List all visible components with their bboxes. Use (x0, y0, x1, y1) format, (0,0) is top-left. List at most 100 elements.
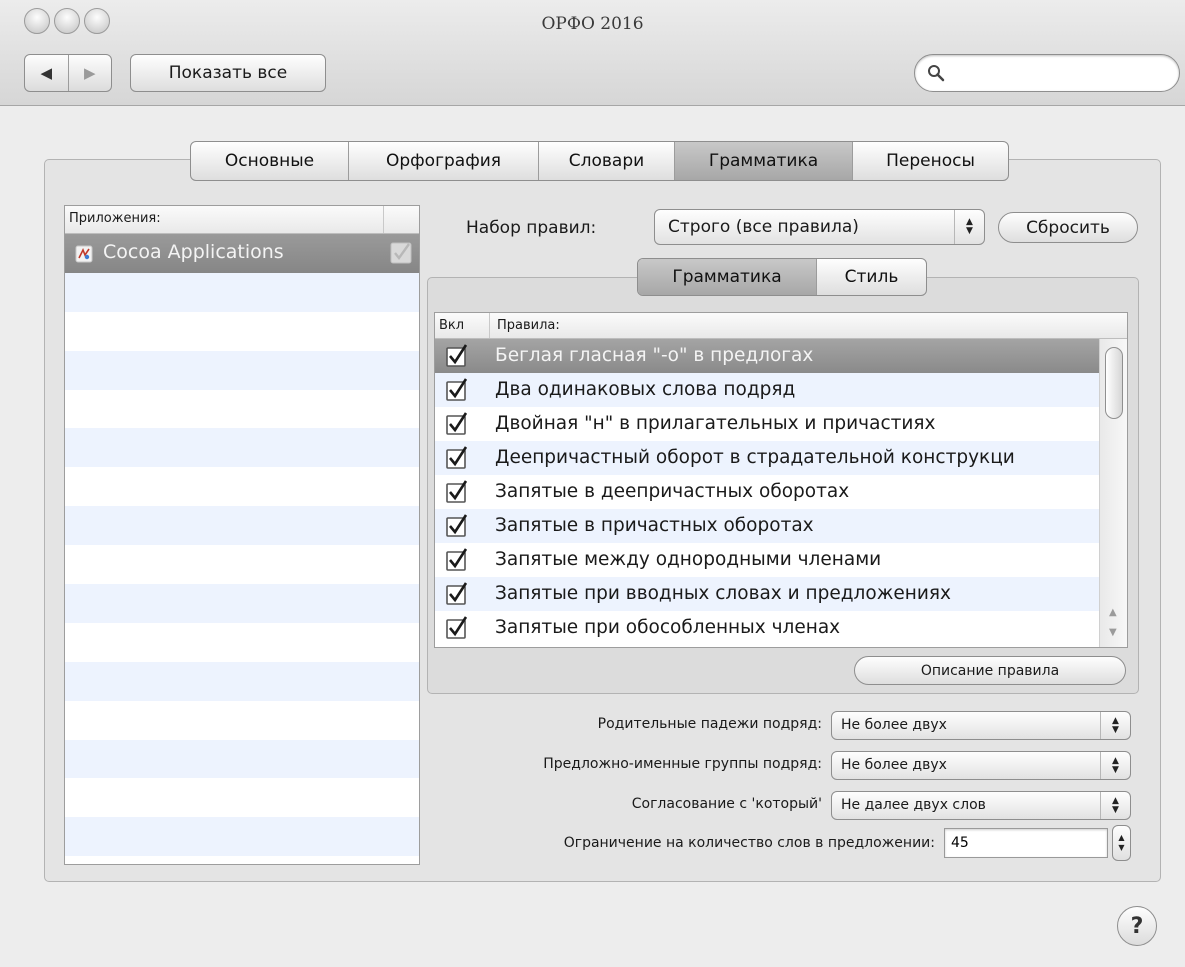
applications-list[interactable]: Приложения: Cocoa Applications (64, 205, 420, 865)
main-tab-bar: Основные Орфография Словари Грамматика П… (190, 141, 1009, 181)
rule-enabled-checkbox[interactable] (445, 480, 469, 504)
word-limit-label: Ограничение на количество слов в предлож… (563, 835, 935, 851)
updown-arrows-icon: ▲ ▼ (954, 210, 984, 244)
empty-row (65, 701, 419, 740)
word-limit-input[interactable] (949, 833, 1099, 853)
rule-row[interactable]: Деепричастный оборот в страдательной кон… (435, 441, 1127, 475)
rule-enabled-checkbox[interactable] (445, 378, 469, 402)
empty-row (65, 390, 419, 429)
enabled-column-header[interactable]: Вкл (439, 318, 464, 333)
empty-row (65, 817, 419, 857)
applications-list-header: Приложения: (65, 206, 419, 234)
empty-row (65, 623, 419, 662)
rule-enabled-checkbox[interactable] (445, 616, 469, 640)
rules-scrollbar[interactable]: ▲ ▼ (1099, 339, 1127, 647)
empty-row (65, 467, 419, 506)
tab-general[interactable]: Основные (191, 142, 348, 180)
genitive-label: Родительные падежи подряд: (597, 716, 822, 732)
applications-header-label: Приложения: (69, 211, 161, 226)
updown-arrows-icon: ▲ ▼ (1100, 792, 1130, 819)
column-divider (489, 313, 490, 338)
prepositional-groups-popup[interactable]: Не более двух ▲ ▼ (831, 751, 1131, 780)
empty-row (65, 661, 419, 701)
tab-hyphenation[interactable]: Переносы (852, 142, 1008, 180)
back-button[interactable]: ◀ (25, 55, 68, 91)
empty-row (65, 428, 419, 468)
rule-row[interactable]: Два одинаковых слова подряд (435, 373, 1127, 407)
rule-row[interactable]: Запятые между однородными членами (435, 543, 1127, 577)
applications-rows: Cocoa Applications (65, 234, 419, 857)
application-enabled-checkbox[interactable] (390, 242, 412, 264)
application-icon (75, 245, 93, 263)
empty-row (65, 312, 419, 351)
rules-tab-bar: Грамматика Стиль (637, 258, 927, 296)
empty-row (65, 584, 419, 623)
rule-enabled-checkbox[interactable] (445, 548, 469, 572)
kotoryi-agreement-label: Согласование с 'который' (631, 796, 822, 812)
rule-enabled-checkbox[interactable] (445, 344, 469, 368)
rule-text: Запятые при обособленных членах (495, 617, 841, 638)
window-title: ОРФО 2016 (541, 14, 644, 34)
rule-text: Деепричастный оборот в страдательной кон… (495, 447, 1015, 468)
tab-dictionaries[interactable]: Словари (538, 142, 674, 180)
kotoryi-agreement-popup[interactable]: Не далее двух слов ▲ ▼ (831, 791, 1131, 820)
rule-row[interactable]: Запятые при вводных словах и предложения… (435, 577, 1127, 611)
rule-text: Запятые в деепричастных оборотах (495, 481, 850, 502)
prepositional-groups-label: Предложно-именные группы подряд: (543, 756, 822, 772)
rule-text: Запятые в причастных оборотах (495, 515, 814, 536)
genitive-popup[interactable]: Не более двух ▲ ▼ (831, 711, 1131, 740)
rule-text: Два одинаковых слова подряд (495, 379, 796, 400)
rule-row[interactable]: Беглая гласная "-о" в предлогах (435, 339, 1127, 373)
empty-row (65, 778, 419, 817)
search-field[interactable] (914, 54, 1180, 92)
column-divider (383, 206, 384, 233)
rule-row[interactable]: Запятые в деепричастных оборотах (435, 475, 1127, 509)
tab-grammar-rules[interactable]: Грамматика (638, 259, 816, 295)
tab-grammar[interactable]: Грамматика (674, 142, 852, 180)
prepositional-groups-value: Не более двух (841, 757, 947, 773)
reset-button[interactable]: Сбросить (998, 212, 1138, 243)
empty-row (65, 272, 419, 312)
search-input[interactable] (953, 62, 1168, 84)
empty-row (65, 350, 419, 390)
rule-row[interactable]: Двойная "н" в прилагательных и причастия… (435, 407, 1127, 441)
empty-row (65, 506, 419, 546)
application-row-cocoa[interactable]: Cocoa Applications (65, 234, 419, 273)
rule-row[interactable]: Запятые в причастных оборотах (435, 509, 1127, 543)
rules-column-header[interactable]: Правила: (497, 318, 560, 333)
rules-rows: Беглая гласная "-о" в предлогах Два одина… (435, 339, 1127, 645)
rules-table-header: Вкл Правила: (435, 313, 1127, 339)
ruleset-label: Набор правил: (466, 218, 597, 238)
application-name: Cocoa Applications (103, 241, 284, 263)
show-all-button[interactable]: Показать все (130, 54, 326, 92)
rule-description-button[interactable]: Описание правила (854, 656, 1126, 685)
ruleset-value: Строго (все правила) (668, 217, 859, 237)
scrollbar-thumb[interactable] (1105, 347, 1123, 419)
updown-arrows-icon: ▲ ▼ (1100, 752, 1130, 779)
updown-arrows-icon: ▲ ▼ (1100, 712, 1130, 739)
tab-spelling[interactable]: Орфография (348, 142, 538, 180)
rule-enabled-checkbox[interactable] (445, 446, 469, 470)
forward-button[interactable]: ▶ (67, 55, 112, 91)
rule-enabled-checkbox[interactable] (445, 412, 469, 436)
forward-arrow-icon: ▶ (83, 64, 96, 82)
genitive-value: Не более двух (841, 717, 947, 733)
rule-enabled-checkbox[interactable] (445, 582, 469, 606)
rules-table[interactable]: Вкл Правила: Беглая гласная "-о" в предл… (434, 312, 1128, 648)
rule-text: Запятые при вводных словах и предложения… (495, 583, 951, 604)
rule-enabled-checkbox[interactable] (445, 514, 469, 538)
nav-button-group: ◀ ▶ (24, 54, 112, 92)
word-limit-field[interactable] (944, 828, 1108, 858)
ruleset-popup[interactable]: Строго (все правила) ▲ ▼ (654, 209, 985, 245)
scroll-up-arrow-icon[interactable]: ▲ (1109, 607, 1117, 618)
scroll-down-arrow-icon[interactable]: ▼ (1109, 627, 1117, 638)
rule-text: Беглая гласная "-о" в предлогах (495, 345, 814, 366)
search-icon (928, 65, 945, 82)
rule-text: Двойная "н" в прилагательных и причастия… (495, 413, 936, 434)
word-limit-stepper[interactable]: ▲ ▼ (1112, 825, 1131, 861)
help-button[interactable]: ? (1117, 906, 1157, 946)
tab-style[interactable]: Стиль (816, 259, 926, 295)
kotoryi-agreement-value: Не далее двух слов (841, 797, 986, 813)
back-arrow-icon: ◀ (40, 64, 53, 82)
rule-row[interactable]: Запятые при обособленных членах (435, 611, 1127, 645)
